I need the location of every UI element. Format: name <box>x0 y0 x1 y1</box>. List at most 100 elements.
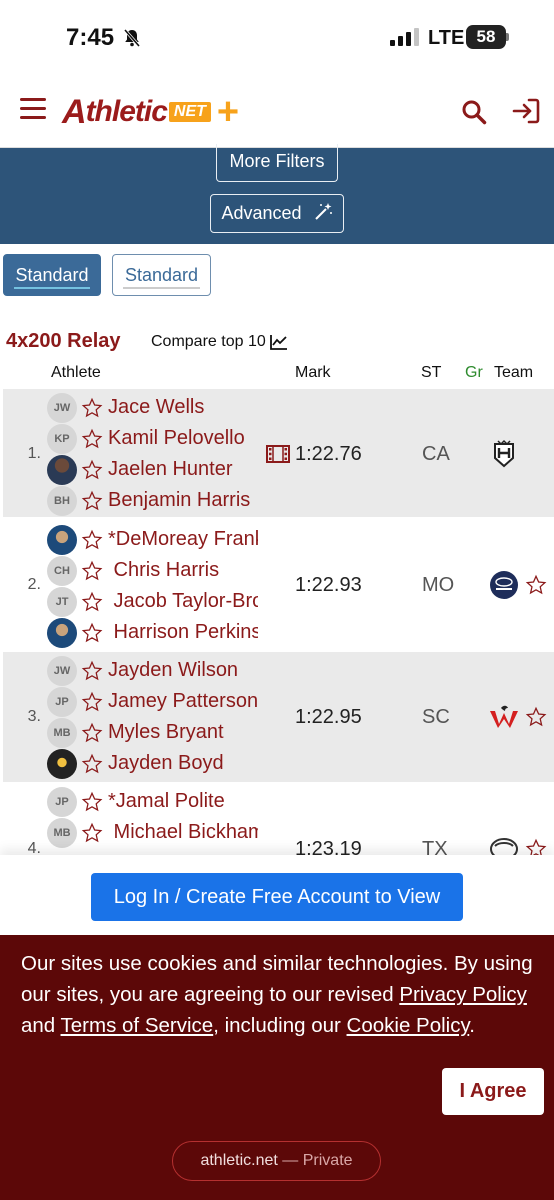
athlete-name[interactable]: Benjamin Harris <box>108 489 250 512</box>
silent-bell-icon <box>123 29 141 47</box>
cookie-message: Our sites use cookies and similar techno… <box>21 948 537 1041</box>
state: SC <box>422 706 450 728</box>
magic-wand-icon <box>314 203 332 220</box>
col-mark[interactable]: Mark <box>295 364 331 382</box>
more-filters-button[interactable]: More Filters <box>216 144 338 182</box>
athlete-name[interactable]: Jamey Patterson <box>108 690 258 713</box>
athlete-avatar: CH <box>47 555 77 586</box>
terms-of-service-link[interactable]: Terms of Service <box>61 1014 214 1037</box>
team-logo-icon[interactable] <box>489 439 519 469</box>
athlete-avatar: JW <box>47 655 77 686</box>
athlete-name[interactable]: Michael Bickham <box>108 821 258 844</box>
relay-leg: JP Jamey Patterson <box>47 686 258 717</box>
athlete-name[interactable]: Jace Wells <box>108 396 204 419</box>
cookie-text-part: and <box>21 1014 61 1037</box>
advanced-button[interactable]: Advanced <box>210 194 344 233</box>
star-icon[interactable] <box>81 490 103 512</box>
agree-button[interactable]: I Agree <box>442 1068 544 1115</box>
video-film-icon[interactable] <box>266 444 290 464</box>
relay-leg: JW Jayden Wilson <box>47 655 238 686</box>
athlete-avatar: JT <box>47 586 77 617</box>
athlete-name[interactable]: Jaelen Hunter <box>108 458 233 481</box>
compare-top-link[interactable]: Compare top 10 <box>151 333 288 351</box>
status-time: 7:45 <box>66 24 115 51</box>
star-icon[interactable] <box>525 706 547 728</box>
relay-leg: BH Benjamin Harris <box>47 485 250 516</box>
athlete-name[interactable]: Jacob Taylor-Brown <box>108 590 258 613</box>
standard-toggle-active[interactable]: Standard <box>3 254 101 296</box>
login-icon[interactable] <box>511 97 541 125</box>
star-icon[interactable] <box>81 822 103 844</box>
relay-leg: MB Myles Bryant <box>47 717 224 748</box>
login-create-account-button[interactable]: Log In / Create Free Account to View <box>91 873 463 921</box>
result-row: 1. JW Jace Wells KP Kamil Pelovello Jael… <box>3 389 554 517</box>
athleticnet-logo[interactable]: A thletic NET + <box>62 92 239 132</box>
url-bar[interactable]: athletic.net — Private <box>172 1141 381 1181</box>
standard-toggle[interactable]: Standard <box>112 254 211 296</box>
team-logo-icon[interactable] <box>489 834 519 855</box>
star-icon[interactable] <box>81 459 103 481</box>
rank: 3. <box>27 708 41 725</box>
network-type: LTE <box>428 27 465 49</box>
star-icon[interactable] <box>81 691 103 713</box>
athlete-name[interactable]: Kamil Pelovello <box>108 427 245 450</box>
result-row: 4. JP *Jamal Polite MB Michael Bickham 1… <box>3 784 554 855</box>
star-icon[interactable] <box>81 660 103 682</box>
star-icon[interactable] <box>525 838 547 855</box>
athlete-name[interactable]: Jayden Boyd <box>108 752 224 775</box>
advanced-label: Advanced <box>221 203 302 223</box>
star-icon[interactable] <box>81 722 103 744</box>
athlete-name[interactable]: Jayden Wilson <box>108 659 238 682</box>
battery-icon: 58 <box>466 25 506 49</box>
col-state[interactable]: ST <box>421 364 441 382</box>
star-icon[interactable] <box>81 591 103 613</box>
star-icon[interactable] <box>81 560 103 582</box>
col-grade[interactable]: Gr <box>465 364 483 382</box>
relay-mark[interactable]: 1:22.95 <box>295 706 362 729</box>
athlete-name[interactable]: Myles Bryant <box>108 721 224 744</box>
athlete-name[interactable]: *Jamal Polite <box>108 790 225 813</box>
relay-mark[interactable]: 1:23.19 <box>295 838 362 855</box>
athlete-name[interactable]: Harrison Perkins <box>108 621 258 644</box>
cookie-text-part: . <box>469 1014 475 1037</box>
star-icon[interactable] <box>81 622 103 644</box>
athlete-photo <box>47 748 77 779</box>
url-separator: — <box>277 1152 303 1169</box>
state: MO <box>422 574 455 596</box>
filter-panel: More Filters Advanced <box>0 144 554 244</box>
relay-leg: JT Jacob Taylor-Brown <box>47 586 258 617</box>
athlete-name[interactable]: *DeMoreay Franklin <box>108 528 258 551</box>
star-icon[interactable] <box>81 428 103 450</box>
relay-leg: KP Kamil Pelovello <box>47 423 245 454</box>
app-header: A thletic NET + <box>0 75 554 148</box>
cookie-banner: Our sites use cookies and similar techno… <box>0 935 554 1200</box>
star-icon[interactable] <box>81 791 103 813</box>
team-logo-icon[interactable] <box>489 570 519 600</box>
event-title: 4x200 Relay <box>6 330 121 352</box>
cookie-policy-link[interactable]: Cookie Policy <box>347 1014 470 1037</box>
relay-leg: Jayden Boyd <box>47 748 224 779</box>
col-team[interactable]: Team <box>494 364 533 382</box>
logo-letter: A <box>62 92 87 131</box>
privacy-policy-link[interactable]: Privacy Policy <box>399 983 527 1006</box>
star-icon[interactable] <box>81 753 103 775</box>
relay-mark[interactable]: 1:22.76 <box>295 443 362 466</box>
relay-leg: JW Jace Wells <box>47 392 204 423</box>
team-logo-icon[interactable] <box>489 702 519 732</box>
menu-icon[interactable] <box>20 98 46 120</box>
signal-icon <box>390 28 419 46</box>
state: TX <box>422 838 448 855</box>
athlete-avatar: KP <box>47 423 77 454</box>
star-icon[interactable] <box>81 529 103 551</box>
relay-leg: JP *Jamal Polite <box>47 786 225 817</box>
battery-tip <box>506 33 509 41</box>
athlete-name[interactable]: Chris Harris <box>108 559 220 582</box>
search-icon[interactable] <box>461 99 487 125</box>
relay-mark[interactable]: 1:22.93 <box>295 574 362 597</box>
athlete-avatar: JW <box>47 392 77 423</box>
compare-label: Compare top 10 <box>151 333 266 350</box>
rank: 4. <box>27 840 41 855</box>
col-athlete[interactable]: Athlete <box>51 364 101 382</box>
star-icon[interactable] <box>81 397 103 419</box>
star-icon[interactable] <box>525 574 547 596</box>
